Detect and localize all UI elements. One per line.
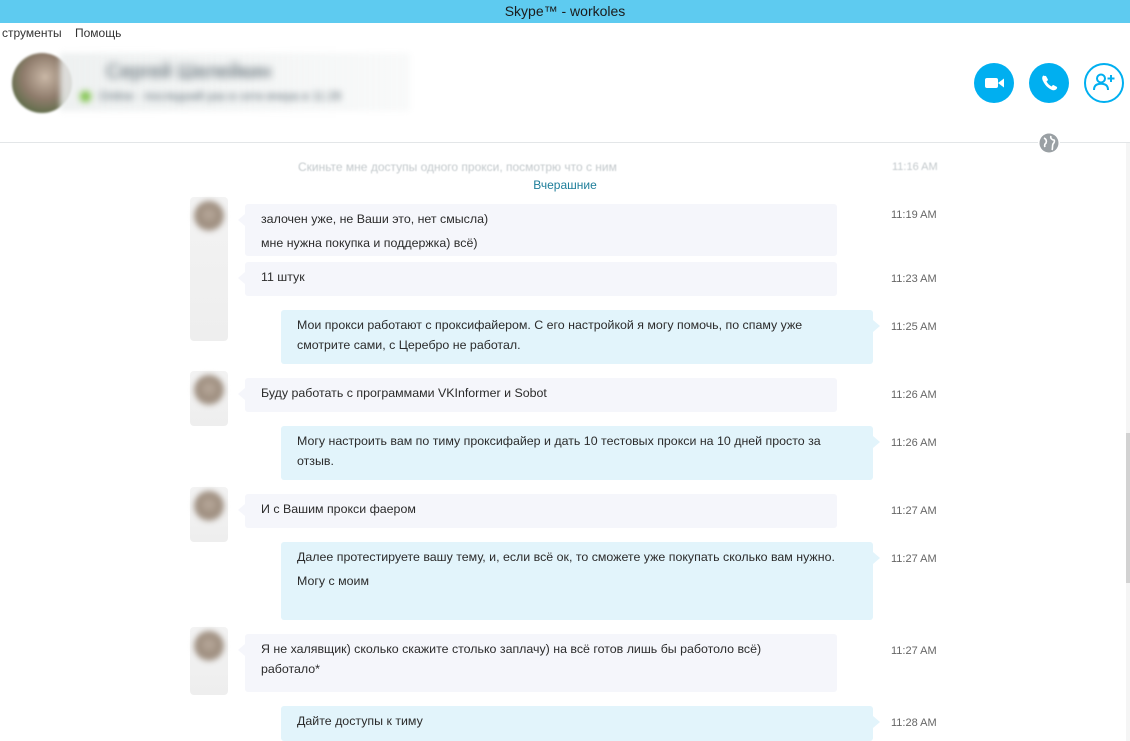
window-title-bar: Skype™ - workoles: [0, 0, 1130, 23]
message-text: И с Вашим прокси фаером: [261, 502, 416, 516]
audio-call-button[interactable]: [1029, 63, 1069, 103]
add-person-icon: [1093, 73, 1115, 91]
message-text: Дайте доступы к тиму: [297, 714, 423, 728]
conversation-header: Сергей Шелейкин Online · последний раз в…: [0, 43, 1130, 143]
message-text: Я не халявщик) сколько скажите столько з…: [261, 642, 762, 676]
message-text: мне нужна покупка и поддержка) всё): [261, 236, 478, 250]
message-time: 11:27 AM: [891, 553, 937, 565]
message-time: 11:25 AM: [891, 321, 937, 333]
contact-name[interactable]: Сергей Шелейкин: [106, 61, 271, 84]
message-time: 11:27 AM: [891, 505, 937, 517]
message-time: 11:26 AM: [891, 389, 937, 401]
sender-avatar[interactable]: [190, 487, 228, 542]
phone-icon: [1042, 75, 1058, 91]
online-status-icon: [80, 91, 91, 103]
video-camera-icon: [985, 78, 1004, 88]
message-text: Мои прокси работают с проксифайером. С е…: [297, 318, 803, 352]
sender-avatar[interactable]: [190, 627, 228, 695]
message-text: 11 штук: [261, 270, 305, 284]
message-bubble-incoming[interactable]: Буду работать с программами VKInformer и…: [238, 378, 837, 412]
scrollbar-thumb[interactable]: [1126, 433, 1130, 583]
previous-message-faded: Скиньте мне доступы одного прокси, посмо…: [298, 160, 617, 174]
message-bubble-incoming[interactable]: 11 штук: [238, 262, 837, 296]
menu-item-tools[interactable]: струменты: [2, 23, 62, 43]
previous-message-time: 11:16 AM: [892, 161, 938, 173]
video-call-button[interactable]: [974, 63, 1014, 103]
chat-scrollbar[interactable]: [1126, 143, 1130, 741]
message-bubble-outgoing[interactable]: Дайте доступы к тиму: [281, 706, 880, 741]
message-text: Могу с моим: [297, 574, 369, 588]
message-text: Буду работать с программами VKInformer и…: [261, 386, 547, 400]
message-time: 11:19 AM: [891, 209, 937, 221]
message-bubble-incoming[interactable]: И с Вашим прокси фаером: [238, 494, 837, 528]
message-bubble-incoming[interactable]: Я не халявщик) сколько скажите столько з…: [238, 634, 837, 692]
message-text: Могу настроить вам по тиму проксифайер и…: [297, 434, 821, 468]
message-time: 11:23 AM: [891, 273, 937, 285]
message-bubble-outgoing[interactable]: Могу настроить вам по тиму проксифайер и…: [281, 426, 880, 480]
menu-bar: струменты Помощь: [0, 23, 1130, 43]
contact-status-text: Online · последний раз в сети вчера в 11…: [99, 89, 342, 103]
message-bubble-outgoing[interactable]: Далее протестируете вашу тему, и, если в…: [281, 542, 880, 620]
message-time: 11:26 AM: [891, 437, 937, 449]
globe-icon[interactable]: [1038, 132, 1060, 154]
message-time: 11:27 AM: [891, 645, 937, 657]
date-separator: Вчерашние: [533, 178, 597, 192]
sender-avatar[interactable]: [190, 371, 228, 426]
message-bubble-outgoing[interactable]: Мои прокси работают с проксифайером. С е…: [281, 310, 880, 364]
window-title: Skype™ - workoles: [504, 3, 626, 19]
message-bubble-incoming[interactable]: залочен уже, не Ваши это, нет смысла) мн…: [238, 204, 837, 256]
sender-avatar[interactable]: [190, 197, 228, 341]
contact-status: Online · последний раз в сети вчера в 11…: [80, 89, 341, 103]
add-contact-button[interactable]: [1084, 63, 1124, 103]
message-time: 11:28 AM: [891, 717, 937, 729]
message-text: залочен уже, не Ваши это, нет смысла): [261, 212, 489, 226]
message-text: Далее протестируете вашу тему, и, если в…: [297, 550, 835, 564]
menu-item-help[interactable]: Помощь: [75, 23, 121, 43]
